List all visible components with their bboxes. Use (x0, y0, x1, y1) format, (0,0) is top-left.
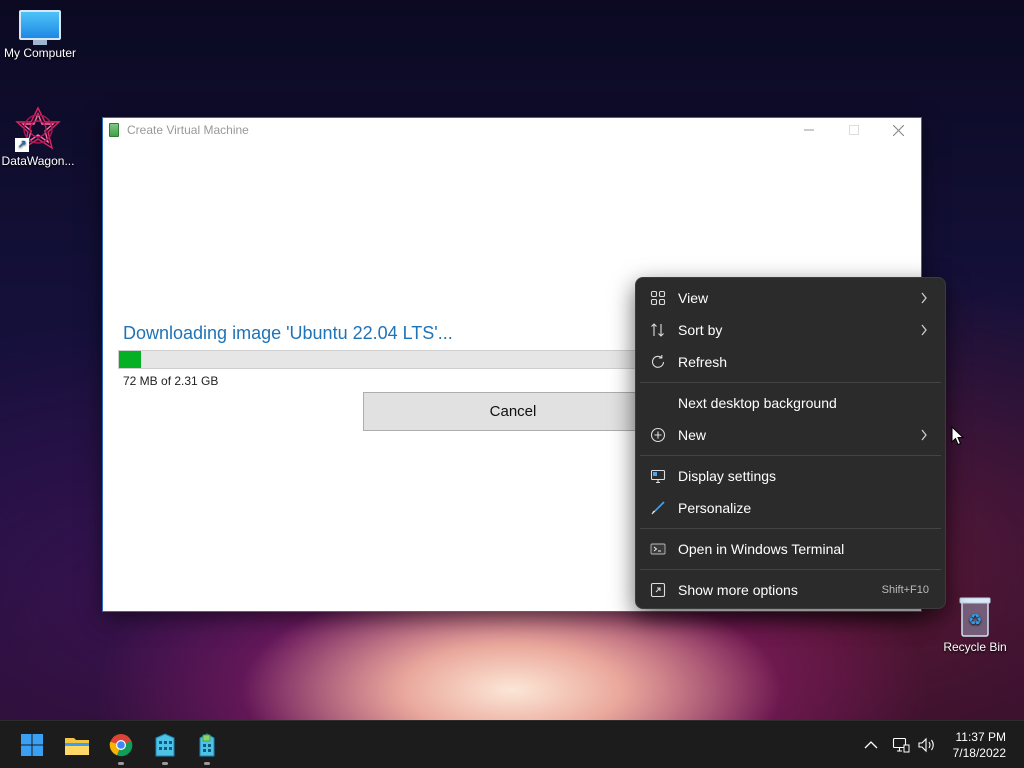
menu-item-label: Sort by (678, 322, 723, 338)
menu-item-label: Display settings (678, 468, 777, 484)
menu-item-next-background[interactable]: Next desktop background (636, 387, 945, 419)
menu-item-refresh[interactable]: Refresh (636, 346, 945, 378)
menu-item-show-more-options[interactable]: Show more options Shift+F10 (636, 574, 945, 606)
recycle-bin-icon: ♻ (956, 596, 994, 638)
view-grid-icon (650, 290, 666, 306)
shortcut-arrow-icon: ↗ (15, 138, 29, 152)
desktop-icon-label: DataWagon... (1, 154, 75, 168)
system-tray (864, 721, 936, 768)
minimize-icon (803, 129, 814, 131)
display-icon (650, 469, 666, 484)
menu-item-sort-by[interactable]: Sort by (636, 314, 945, 346)
clock-time: 11:37 PM (955, 730, 1006, 744)
mouse-cursor-icon (951, 426, 965, 446)
menu-item-label: View (678, 290, 709, 306)
start-button[interactable] (14, 729, 50, 761)
taskbar-file-explorer[interactable] (59, 729, 95, 761)
running-indicator (162, 762, 168, 765)
app-icon (109, 123, 119, 137)
menu-item-label: Show more options (678, 582, 798, 598)
plus-circle-icon (650, 427, 666, 443)
menu-item-label: Refresh (678, 354, 728, 370)
menu-item-label: Next desktop background (678, 395, 837, 411)
datawagon-logo-icon: ↗ (15, 106, 61, 152)
start-icon (21, 734, 43, 756)
progress-fill (119, 351, 141, 368)
taskbar-chrome[interactable] (103, 729, 139, 765)
menu-item-new[interactable]: New (636, 419, 945, 451)
cancel-button[interactable]: Cancel (363, 392, 663, 431)
minimize-button[interactable] (786, 118, 831, 142)
svg-text:♻: ♻ (968, 610, 982, 629)
file-explorer-icon (65, 738, 89, 755)
app-building2-icon (199, 733, 215, 757)
menu-item-display-settings[interactable]: Display settings (636, 460, 945, 492)
desktop-icon-label: My Computer (3, 46, 77, 60)
taskbar: 11:37 PM 7/18/2022 (0, 720, 1024, 768)
window-title: Create Virtual Machine (127, 123, 249, 137)
window-controls (786, 118, 921, 142)
app-building-icon (155, 733, 175, 757)
taskbar-app-1[interactable] (147, 729, 183, 765)
menu-separator (640, 569, 941, 570)
menu-item-personalize[interactable]: Personalize (636, 492, 945, 524)
running-indicator (204, 762, 210, 765)
menu-separator (640, 528, 941, 529)
desktop-icon-datawagon[interactable]: ↗ DataWagon... (0, 106, 78, 168)
desktop-icon-recycle-bin[interactable]: ♻ Recycle Bin (935, 596, 1015, 654)
refresh-icon (651, 355, 665, 368)
desktop-context-menu: View Sort by Refresh Next desktop backgr… (635, 277, 946, 609)
chevron-right-icon (921, 324, 927, 336)
maximize-button[interactable] (831, 118, 876, 142)
menu-separator (640, 382, 941, 383)
menu-item-label: Open in Windows Terminal (678, 541, 845, 557)
chevron-right-icon (921, 292, 927, 304)
chevron-right-icon (921, 429, 927, 441)
network-icon[interactable] (892, 737, 910, 753)
running-indicator (118, 762, 124, 765)
menu-item-label: Personalize (678, 500, 752, 516)
taskbar-clock[interactable]: 11:37 PM 7/18/2022 (953, 729, 1006, 761)
brush-icon (651, 501, 665, 515)
volume-icon[interactable] (918, 737, 936, 753)
desktop-icon-my-computer[interactable]: My Computer (0, 10, 80, 60)
chrome-icon (109, 734, 133, 757)
monitor-icon (19, 10, 61, 45)
menu-separator (640, 455, 941, 456)
menu-item-label: New (678, 427, 707, 443)
more-options-icon (650, 582, 666, 598)
menu-item-view[interactable]: View (636, 282, 945, 314)
sort-icon (651, 323, 664, 337)
menu-item-open-terminal[interactable]: Open in Windows Terminal (636, 533, 945, 565)
taskbar-app-2[interactable] (189, 729, 225, 765)
shortcut-hint: Shift+F10 (881, 584, 929, 596)
clock-date: 7/18/2022 (952, 746, 1006, 760)
download-status-title: Downloading image 'Ubuntu 22.04 LTS'... (123, 323, 453, 343)
close-icon (893, 124, 904, 136)
terminal-icon (650, 543, 666, 555)
maximize-icon (848, 125, 859, 135)
desktop-icon-label: Recycle Bin (943, 640, 1007, 654)
chevron-up-icon[interactable] (864, 740, 878, 750)
download-size-text: 72 MB of 2.31 GB (123, 374, 219, 388)
close-button[interactable] (876, 118, 921, 142)
